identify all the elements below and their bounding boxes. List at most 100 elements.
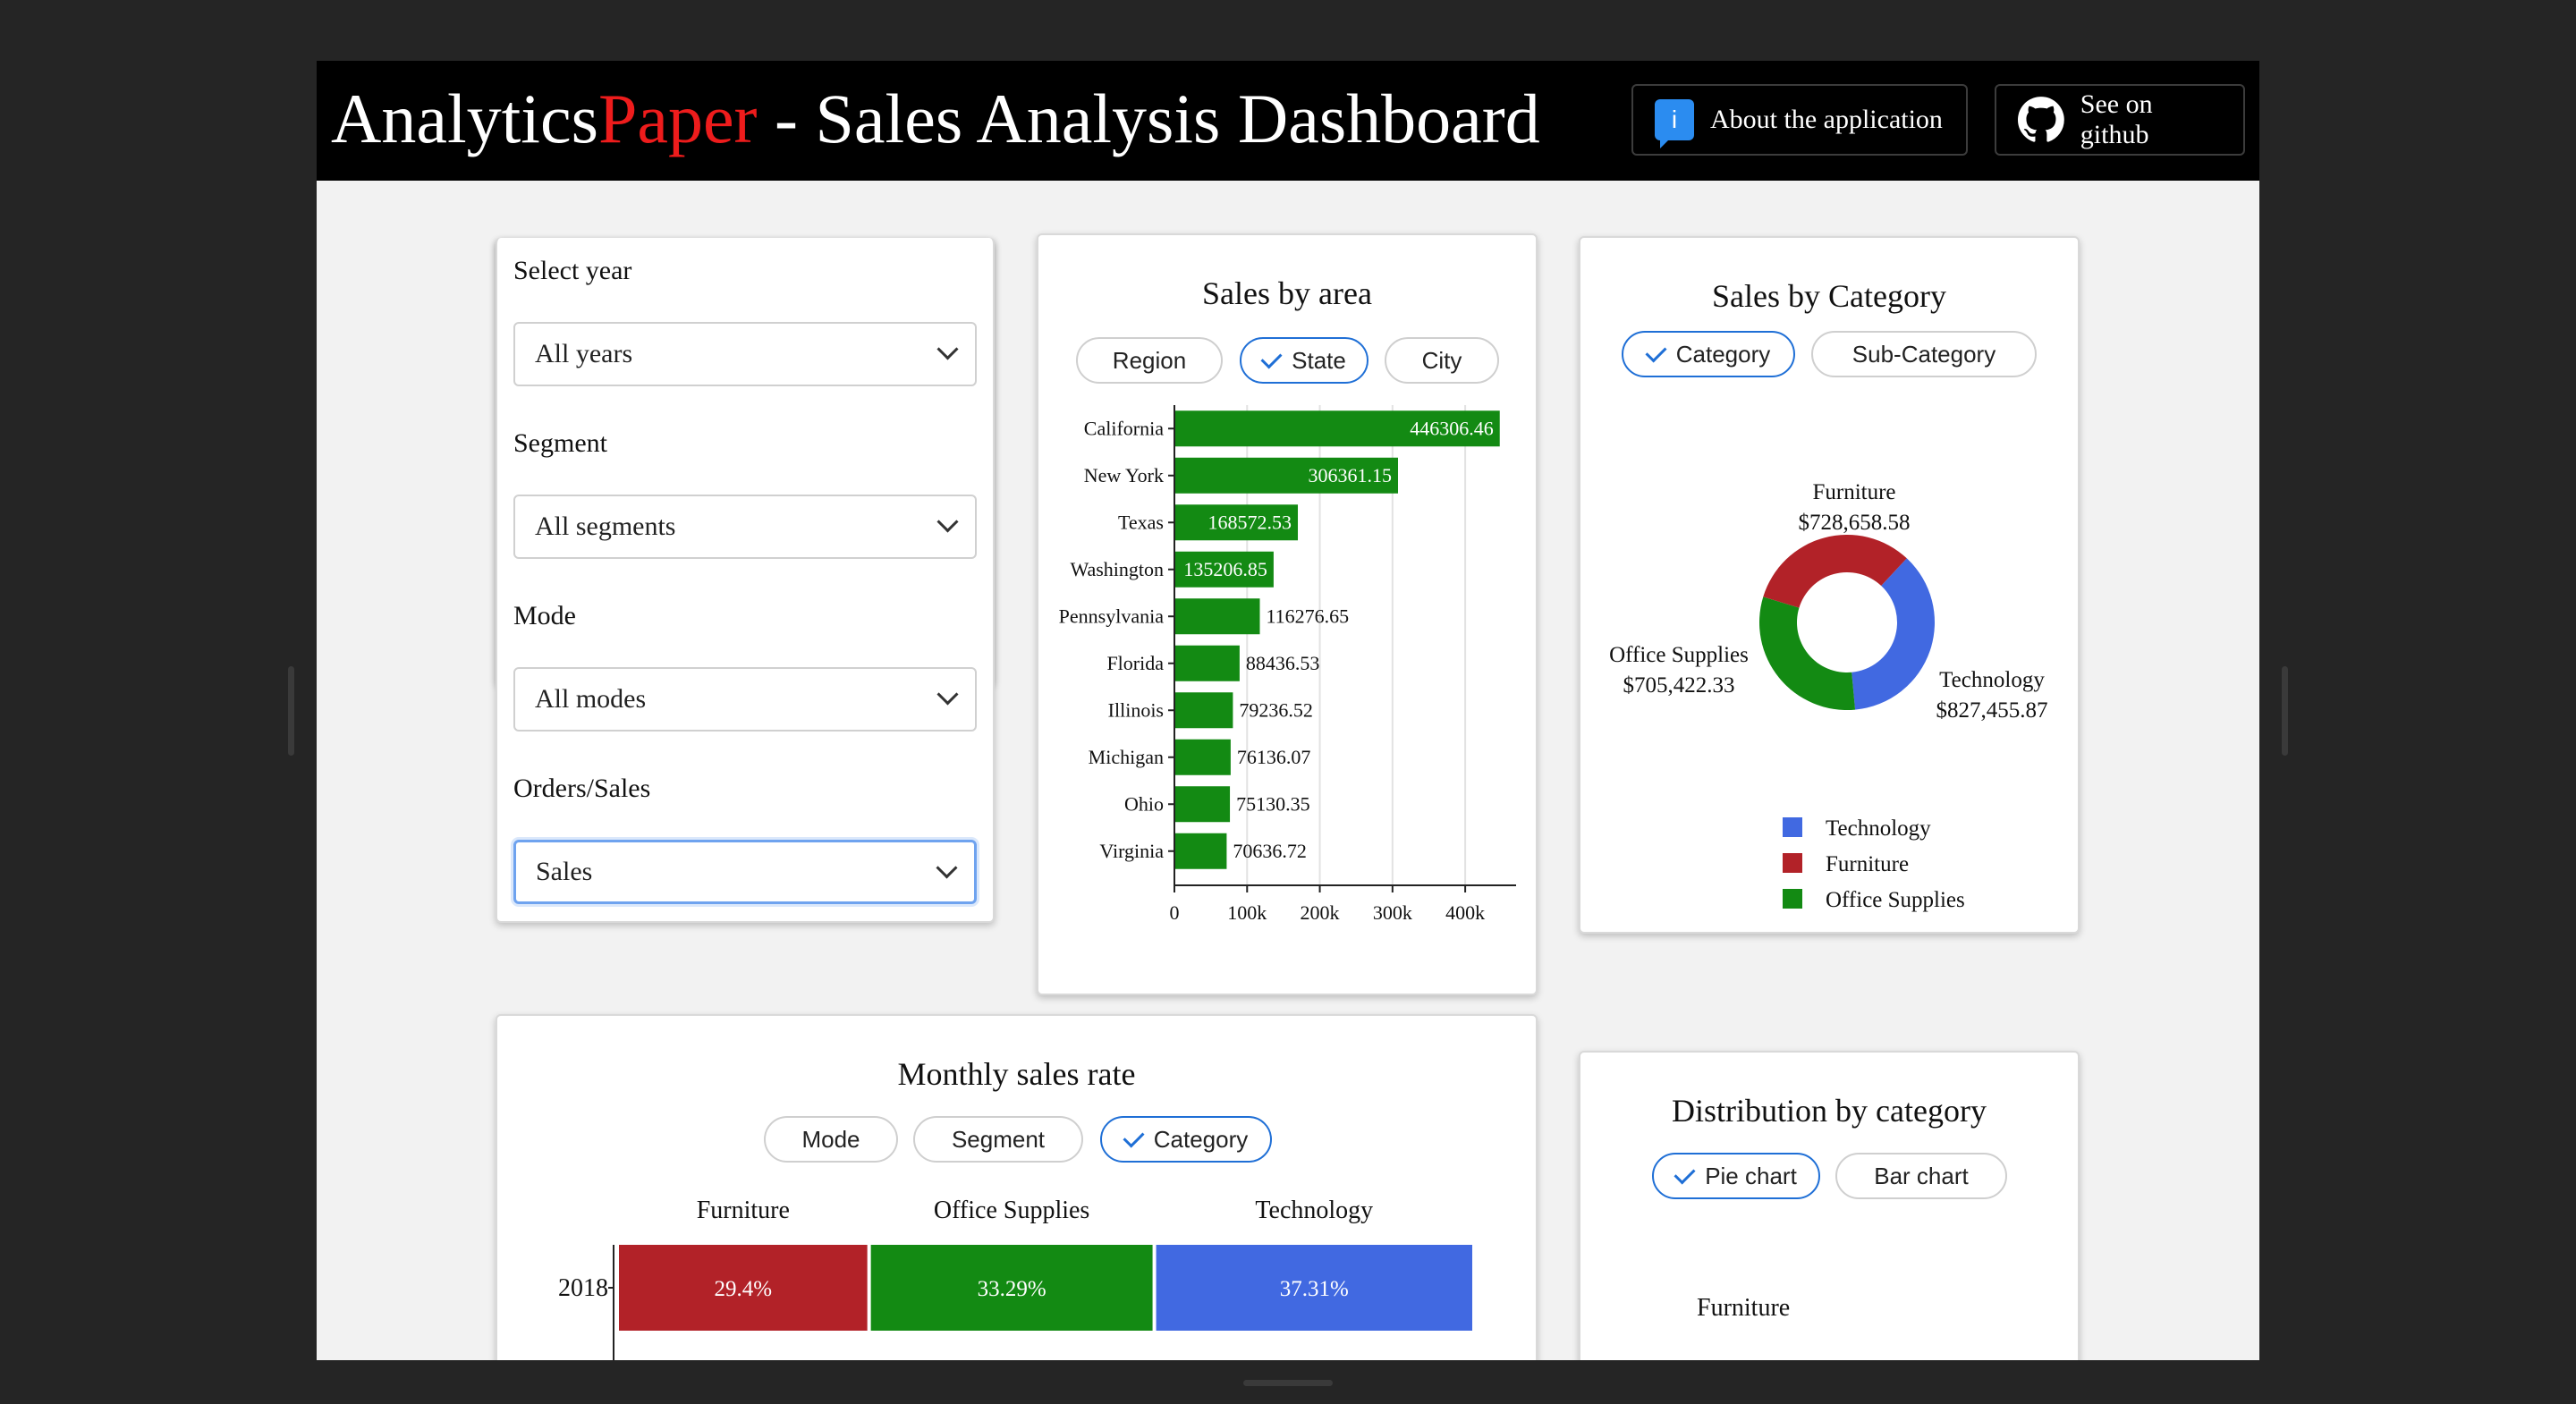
bar-value-label: 79236.52 [1239,698,1313,721]
y-tick-label: California [1084,417,1164,439]
sales-by-category-chart: Furniture $728,658.58 Technology $827,455.8… [1609,480,2048,912]
toggle-city[interactable]: City [1385,337,1499,384]
bar-value-label: 75130.35 [1236,792,1310,815]
segment-name-label: Furniture [697,1197,790,1224]
monthly-sales-card: Monthly sales rate Mode Segment Category… [496,1014,1538,1360]
toggle-category[interactable]: Category [1622,331,1795,377]
bar [1175,739,1231,775]
monthly-sales-chart: 29.4% Furniture 33.29% Office Supplies 37.31… [558,1197,1472,1360]
toggle-mode[interactable]: Mode [764,1116,898,1163]
toggle-label: Sub-Category [1852,340,1996,368]
donut-category-label: Technology [1939,668,2045,692]
y-tick-label: Illinois [1108,698,1164,721]
sales-by-category-title: Sales by Category [1712,278,1946,314]
orders-label: Orders/Sales [513,774,651,803]
toggle-sub-category[interactable]: Sub-Category [1811,331,2037,377]
bar-value-label: 446306.46 [1410,417,1494,439]
distribution-card: Distribution by category Pie chart Bar c… [1579,1051,2080,1360]
legend-swatch [1783,817,1802,837]
legend-label: Furniture [1826,852,1909,876]
bar-value-label: 116276.65 [1267,605,1350,627]
donut-value-label: $705,422.33 [1623,673,1735,698]
toggle-label: Mode [801,1125,860,1153]
bar [1175,692,1233,729]
toggle-label: Region [1112,346,1187,374]
y-tick-label: 2018 [558,1274,608,1302]
toggle-state[interactable]: State [1240,337,1368,384]
legend-swatch [1783,853,1802,873]
year-select[interactable]: All years [513,322,977,386]
github-button[interactable]: See on github [1995,84,2245,156]
toggle-category[interactable]: Category [1100,1116,1272,1163]
about-button[interactable]: i About the application [1631,84,1968,156]
check-icon [1123,1125,1145,1148]
y-tick-label: New York [1084,464,1164,486]
info-glyph: i [1671,106,1678,133]
y-tick-label: Virginia [1099,840,1164,862]
y-tick-label: Texas [1118,511,1164,533]
filters-card-body: Select year All years Segment All segmen… [496,238,995,923]
toggle-bar-chart[interactable]: Bar chart [1835,1153,2007,1199]
y-tick-label: Michigan [1089,746,1164,768]
x-tick-label: 200k [1301,901,1340,924]
left-resize-handle[interactable] [288,666,294,756]
github-label: See on github [2080,89,2153,149]
segment-value-label: 33.29% [978,1277,1046,1301]
page-title: AnalyticsPaper - Sales Analysis Dashboar… [331,66,1540,172]
y-tick-label: Pennsylvania [1059,605,1165,627]
donut-slice [1852,558,1935,710]
check-icon [1674,1162,1696,1185]
legend-label: Technology [1826,816,1931,841]
chevron-down-icon [936,683,959,706]
y-tick-label: Ohio [1124,792,1164,815]
toggle-segment[interactable]: Segment [913,1116,1083,1163]
segment-value-label: 37.31% [1280,1277,1349,1301]
mode-select-value: All modes [535,684,647,714]
sales-by-area-chart: 0 100k 200k 300k 400k California 446306.46 New … [1059,405,1516,924]
donut-category-label: Furniture [1812,480,1895,504]
segment-value-label: 29.4% [715,1277,773,1301]
x-tick-label: 0 [1170,901,1180,924]
bar [1175,598,1260,635]
right-resize-handle[interactable] [2282,666,2288,756]
app-window: AnalyticsPaper - Sales Analysis Dashboar… [317,61,2259,1360]
segment-label: Segment [513,428,607,458]
segment-select[interactable]: All segments [513,495,977,559]
chevron-down-icon [936,511,959,533]
distribution-title: Distribution by category [1672,1093,1987,1129]
toggle-label: Segment [951,1125,1046,1153]
toggle-label: Category [1675,340,1771,368]
donut-slice [1759,596,1856,710]
info-icon: i [1655,99,1694,148]
title-main: Analytics [331,80,598,157]
bar-value-label: 168572.53 [1208,511,1292,533]
x-tick-label: 100k [1227,901,1267,924]
distribution-partial-label: Furniture [1697,1294,1791,1322]
donut-value-label: $827,455.87 [1936,698,2048,723]
bar-value-label: 70636.72 [1233,840,1307,862]
bar-value-label: 306361.15 [1308,464,1392,486]
y-tick-label: Washington [1070,558,1164,580]
toggle-label: State [1292,346,1346,374]
chevron-down-icon [936,338,959,360]
bar [1175,786,1231,823]
about-label: About the application [1710,105,1943,134]
orders-select[interactable]: Sales [513,840,977,904]
mode-label: Mode [513,601,576,630]
donut-category-label: Office Supplies [1609,643,1749,667]
bottom-resize-handle[interactable] [1243,1380,1333,1386]
toggle-label: City [1421,346,1462,374]
title-accent: Paper [597,80,758,157]
donut-slice [1763,535,1907,608]
y-tick-label: Florida [1106,652,1164,674]
check-icon [1645,340,1667,363]
sales-by-area-title: Sales by area [1202,275,1372,311]
segment-name-label: Technology [1255,1197,1373,1224]
toggle-label: Pie chart [1705,1162,1797,1189]
sales-by-area-card: Sales by area Region State City 0 100k 200… [1037,233,1538,995]
toggle-label: Bar chart [1874,1162,1969,1189]
toggle-pie-chart[interactable]: Pie chart [1652,1153,1820,1199]
mode-select[interactable]: All modes [513,667,977,732]
toggle-region[interactable]: Region [1076,337,1223,384]
check-icon [1260,346,1283,369]
